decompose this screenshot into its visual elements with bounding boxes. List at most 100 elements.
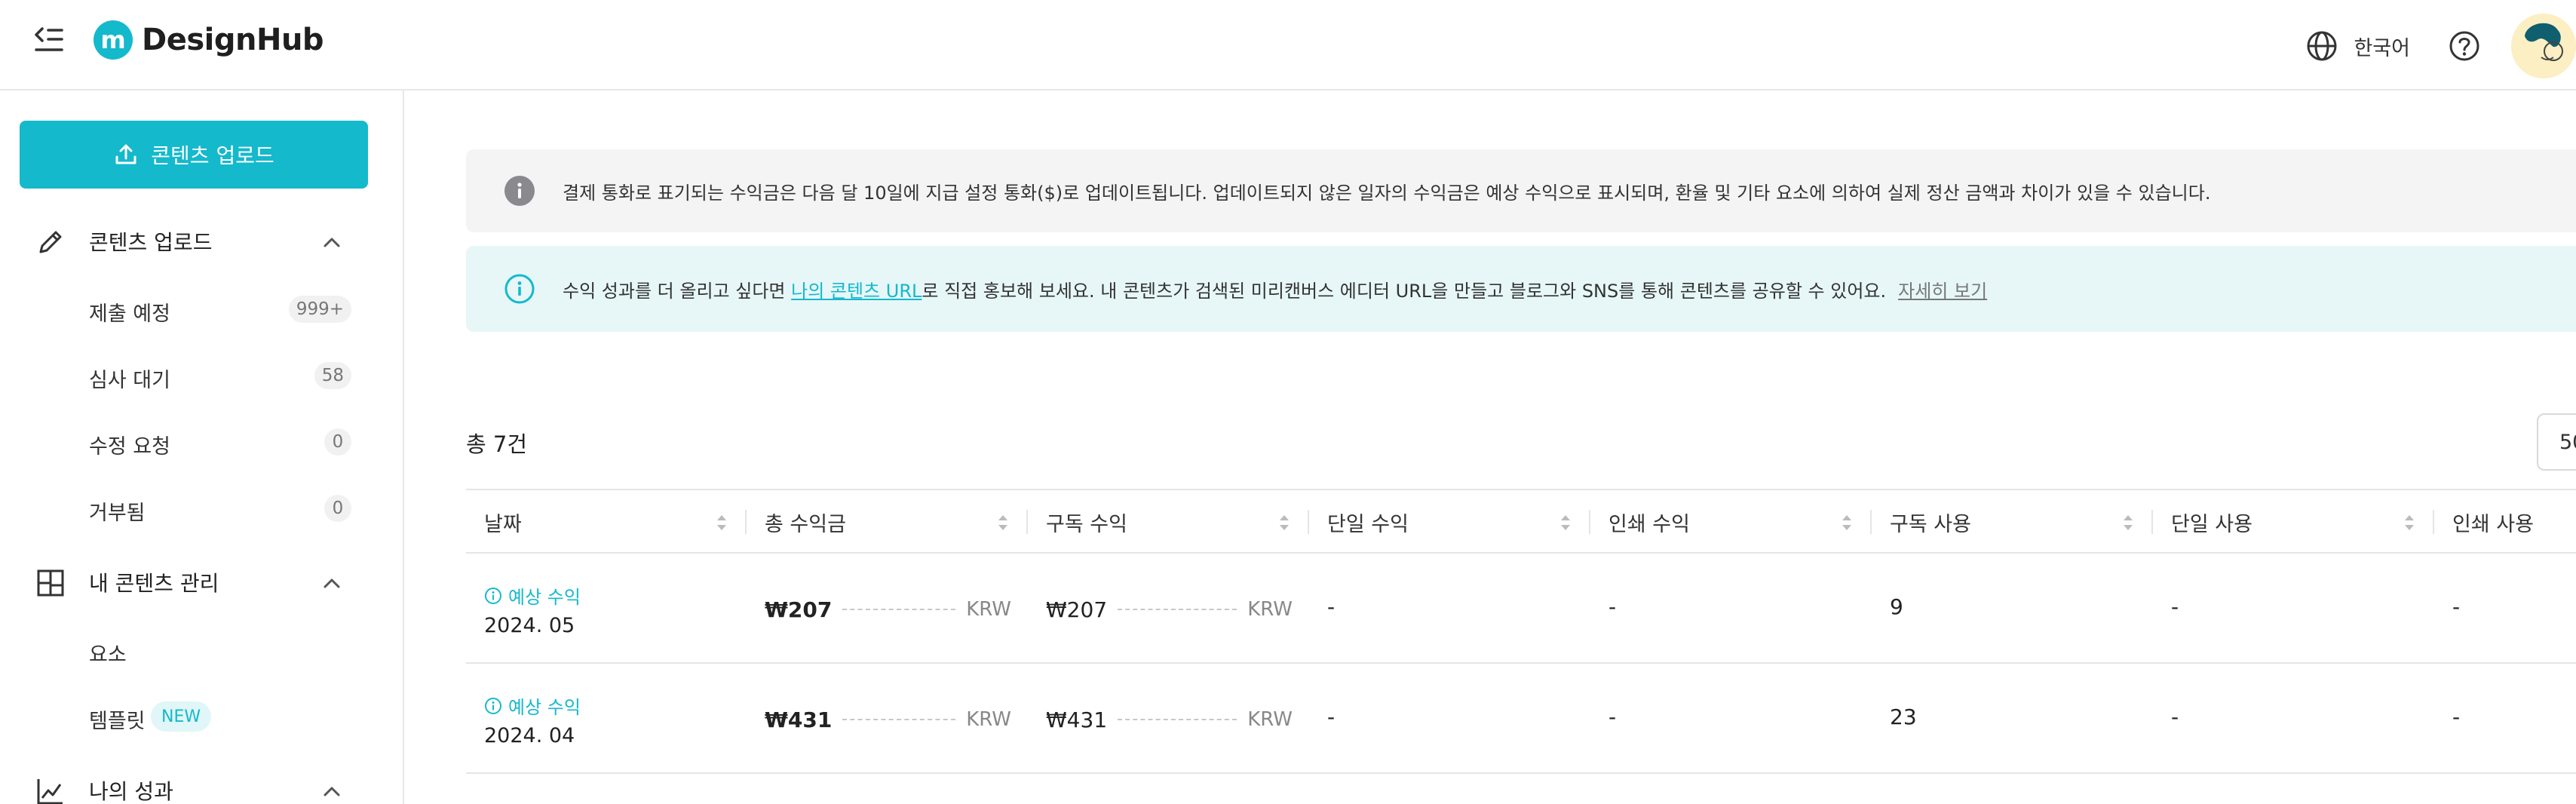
sidebar-item-label: 수정 요청 [89,435,170,459]
help-icon[interactable] [2448,29,2481,63]
column-header-single-usage[interactable]: 단일 사용 [2153,490,2434,554]
logo-text: DesignHub [142,23,324,57]
column-header-print-usage[interactable]: 인쇄 사용 [2434,490,2576,554]
layout-grid-icon [37,569,64,597]
cell-value: - [2452,704,2461,729]
column-header-label: 단일 수익 [1327,512,1409,536]
column-header-label: 총 수익금 [765,512,846,536]
tip-suffix: 로 직접 홍보해 보세요. 내 콘텐츠가 검색된 미리캔버스 에디터 URL을 … [922,280,1887,302]
logo[interactable]: m DesignHub [94,20,324,60]
line-chart-icon [37,779,63,804]
date-cell: 예상 수익 2024. 05 [466,554,747,664]
top-header: m DesignHub 한국어 [0,0,2576,91]
chevron-up-icon [324,238,340,247]
single-revenue-cell: - [1309,554,1590,664]
estimated-revenue-label: 예상 수익 [508,587,581,608]
cell-value: - [1327,594,1336,619]
language-selector[interactable]: 한국어 [2305,29,2410,63]
header-actions: 한국어 [2305,14,2576,78]
column-header-print-revenue[interactable]: 인쇄 수익 [1590,490,1872,554]
column-header-subscription-usage[interactable]: 구독 사용 [1872,490,2153,554]
sort-icon [1280,515,1289,530]
currency-label: KRW [1247,598,1293,621]
learn-more-link[interactable]: 자세히 보기 [1898,281,1987,302]
sidebar-item-revision-requested[interactable]: 수정 요청 0 [0,419,404,465]
cell-value: - [2452,594,2461,619]
sort-icon [2405,515,2414,530]
column-header-label: 단일 사용 [2171,512,2252,536]
single-revenue-cell: - [1309,664,1590,774]
dotted-leader [842,609,956,610]
sidebar-item-rejected[interactable]: 거부됨 0 [0,486,404,531]
subscription-revenue-cell: ₩431 KRW [1028,664,1309,774]
subscription-usage-cell: 9 [1872,554,2153,664]
sidebar-item-to-submit[interactable]: 제출 예정 999+ [0,287,404,332]
sidebar-item-templates[interactable]: 템플릿 NEW [0,694,404,739]
sidebar-item-label: 템플릿 [89,710,146,733]
column-header-date[interactable]: 날짜 [466,490,747,554]
column-header-label: 날짜 [484,512,522,536]
column-header-total-revenue[interactable]: 총 수익금 [747,490,1028,554]
sort-icon [2124,515,2133,530]
print-revenue-cell: - [1590,554,1872,664]
page-size-select[interactable]: 50 [2537,413,2576,471]
cell-value: 23 [1890,704,1917,729]
sidebar-item-label: 제출 예정 [89,302,170,326]
sidebar-section-label: 내 콘텐츠 관리 [89,571,219,596]
amount-value: ₩207 [765,597,833,622]
column-header-subscription-revenue[interactable]: 구독 수익 [1028,490,1309,554]
single-usage-cell: - [2153,554,2434,664]
sidebar-section-label: 나의 성과 [89,779,173,804]
sort-icon [998,515,1007,530]
table-row: 예상 수익 2024. 04 ₩431 KRW ₩431 KRW - - 23 [466,664,2576,774]
sidebar-item-elements[interactable]: 요소 [0,628,404,673]
print-revenue-cell: - [1590,664,1872,774]
sidebar-section-manage[interactable]: 내 콘텐츠 관리 [0,560,404,605]
sort-icon [1842,515,1851,530]
user-avatar[interactable] [2511,14,2576,78]
estimated-revenue-label: 예상 수익 [508,697,581,718]
tip-prefix: 수익 성과를 더 올리고 싶다면 [563,280,792,302]
date-cell: 예상 수익 2024. 04 [466,664,747,774]
currency-label: KRW [966,598,1011,621]
chevron-up-icon [324,787,340,796]
column-header-single-revenue[interactable]: 단일 수익 [1309,490,1590,554]
settlement-notice-banner: 결제 통화로 표기되는 수익금은 다음 달 10일에 지급 설정 통화($)로 … [466,149,2576,232]
sidebar-item-label: 요소 [89,643,127,667]
sidebar-section-upload[interactable]: 콘텐츠 업로드 [0,219,404,264]
upload-content-button[interactable]: 콘텐츠 업로드 [20,121,368,189]
info-outline-icon [485,587,501,604]
globe-icon [2307,31,2337,61]
count-badge: 0 [324,428,351,456]
new-badge: NEW [151,701,212,732]
sidebar-section-label: 콘텐츠 업로드 [89,230,213,255]
table-row: 예상 수익 2024. 05 ₩207 KRW ₩207 KRW - - 9 -… [466,554,2576,664]
amount-value: ₩207 [1046,597,1108,622]
date-value: 2024. 04 [484,724,575,747]
sort-icon [717,515,726,530]
chevron-up-icon [324,578,340,588]
cell-value: - [2171,704,2179,729]
sidebar-item-pending-review[interactable]: 심사 대기 58 [0,353,404,398]
info-filled-icon [504,176,535,206]
collapse-menu-icon[interactable] [32,23,66,57]
print-usage-cell: - [2434,664,2576,774]
sidebar: 콘텐츠 업로드 콘텐츠 업로드 제출 예정 999+ 심사 대기 58 수정 요… [0,91,404,804]
cell-value: 9 [1890,594,1903,619]
estimated-revenue-tag[interactable]: 예상 수익 [484,692,581,719]
count-badge: 0 [324,495,351,522]
currency-label: KRW [1247,708,1293,731]
cell-value: - [1327,704,1336,729]
pencil-icon [39,231,62,253]
count-badge: 999+ [288,296,351,323]
sidebar-section-performance[interactable]: 나의 성과 [0,768,404,804]
sidebar-item-label: 거부됨 [89,502,146,525]
my-content-url-link[interactable]: 나의 콘텐츠 URL [791,281,922,302]
date-value: 2024. 05 [484,614,575,637]
dotted-leader [842,719,956,720]
upload-icon [115,144,136,164]
cell-value: - [1608,594,1617,619]
tip-text: 수익 성과를 더 올리고 싶다면 나의 콘텐츠 URL로 직접 홍보해 보세요.… [563,276,1987,302]
amount-value: ₩431 [1046,707,1108,732]
estimated-revenue-tag[interactable]: 예상 수익 [484,582,581,609]
